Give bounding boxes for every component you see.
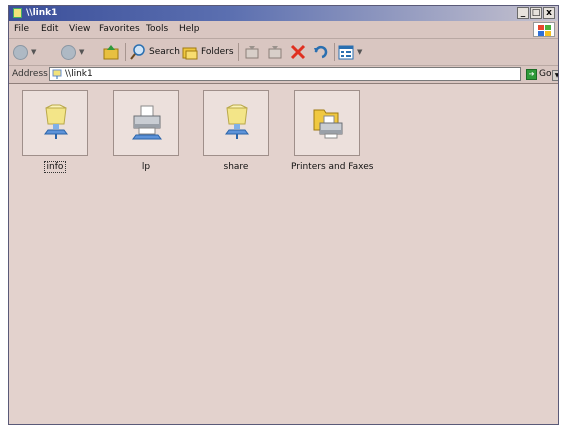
menu-tools[interactable]: Tools xyxy=(146,24,168,35)
back-button[interactable]: ▼ xyxy=(13,43,36,61)
menu-bar: File Edit View Favorites Tools Help xyxy=(9,21,558,39)
address-bar: Address \\link1 ▼ ➔ Go xyxy=(9,66,558,84)
standard-toolbar: ▼ ▼ Search Folders ▼ xyxy=(9,39,558,66)
undo-icon xyxy=(314,45,328,59)
thumbnail-frame xyxy=(22,90,88,156)
forward-button[interactable]: ▼ xyxy=(61,43,84,61)
menu-help[interactable]: Help xyxy=(179,24,200,35)
close-button[interactable]: x xyxy=(543,7,555,19)
minimize-button[interactable]: _ xyxy=(517,7,529,19)
thumbnail-frame xyxy=(113,90,179,156)
move-to-icon xyxy=(245,46,259,59)
network-share-icon xyxy=(225,104,249,139)
dropdown-arrow-icon: ▼ xyxy=(79,48,85,56)
title-bar[interactable]: \\link1 _ □ x xyxy=(9,6,558,21)
toolbar-separator xyxy=(334,43,335,61)
copy-to-icon xyxy=(268,46,282,59)
maximize-button[interactable]: □ xyxy=(530,7,542,19)
search-label: Search xyxy=(149,46,180,57)
menu-favorites[interactable]: Favorites xyxy=(99,24,140,35)
dropdown-arrow-icon: ▼ xyxy=(357,48,363,56)
up-folder-button[interactable] xyxy=(103,43,119,61)
copy-to-button[interactable] xyxy=(267,43,283,61)
thumbnail-frame xyxy=(203,90,269,156)
toolbar-separator xyxy=(238,43,239,61)
menu-file[interactable]: File xyxy=(14,24,29,35)
views-icon xyxy=(338,45,354,59)
file-name: info xyxy=(19,161,91,173)
delete-button[interactable] xyxy=(290,43,306,61)
search-button[interactable]: Search xyxy=(130,43,180,61)
thumbnail-frame xyxy=(294,90,360,156)
menu-view[interactable]: View xyxy=(69,24,90,35)
search-icon xyxy=(130,44,145,60)
address-label: Address xyxy=(12,69,48,79)
folders-icon xyxy=(182,47,198,60)
views-button[interactable]: ▼ xyxy=(338,43,362,61)
dropdown-arrow-icon: ▼ xyxy=(31,48,37,56)
up-folder-icon xyxy=(103,45,119,60)
network-share-icon xyxy=(13,8,22,18)
printers-faxes-icon xyxy=(313,109,343,139)
go-arrow-icon: ➔ xyxy=(526,68,537,80)
window-controls: _ □ x xyxy=(517,7,555,19)
file-name: Printers and Faxes xyxy=(291,162,374,172)
network-share-icon xyxy=(44,104,68,139)
forward-arrow-icon xyxy=(61,44,76,60)
menu-edit[interactable]: Edit xyxy=(41,24,58,35)
move-to-button[interactable] xyxy=(244,43,260,61)
network-share-icon xyxy=(52,69,62,79)
delete-icon xyxy=(290,44,306,60)
printer-icon xyxy=(132,105,162,140)
explorer-window: \\link1 _ □ x File Edit View Favorites T… xyxy=(8,5,559,425)
folders-button[interactable]: Folders xyxy=(182,43,234,61)
toolbar-separator xyxy=(125,43,126,61)
go-button[interactable]: ➔ Go xyxy=(526,68,551,80)
windows-logo-icon xyxy=(533,22,555,37)
undo-button[interactable] xyxy=(313,43,329,61)
file-list-view[interactable]: info lp share Printers and Faxes xyxy=(9,84,558,424)
folders-label: Folders xyxy=(201,46,234,57)
address-value: \\link1 xyxy=(65,69,93,79)
address-input[interactable]: \\link1 ▼ xyxy=(49,67,558,81)
file-name: lp xyxy=(141,162,151,172)
go-label: Go xyxy=(539,69,552,79)
file-name: share xyxy=(223,162,249,172)
window-title: \\link1 xyxy=(26,8,58,18)
address-dropdown-button[interactable]: ▼ xyxy=(552,70,558,81)
back-arrow-icon xyxy=(13,44,28,60)
